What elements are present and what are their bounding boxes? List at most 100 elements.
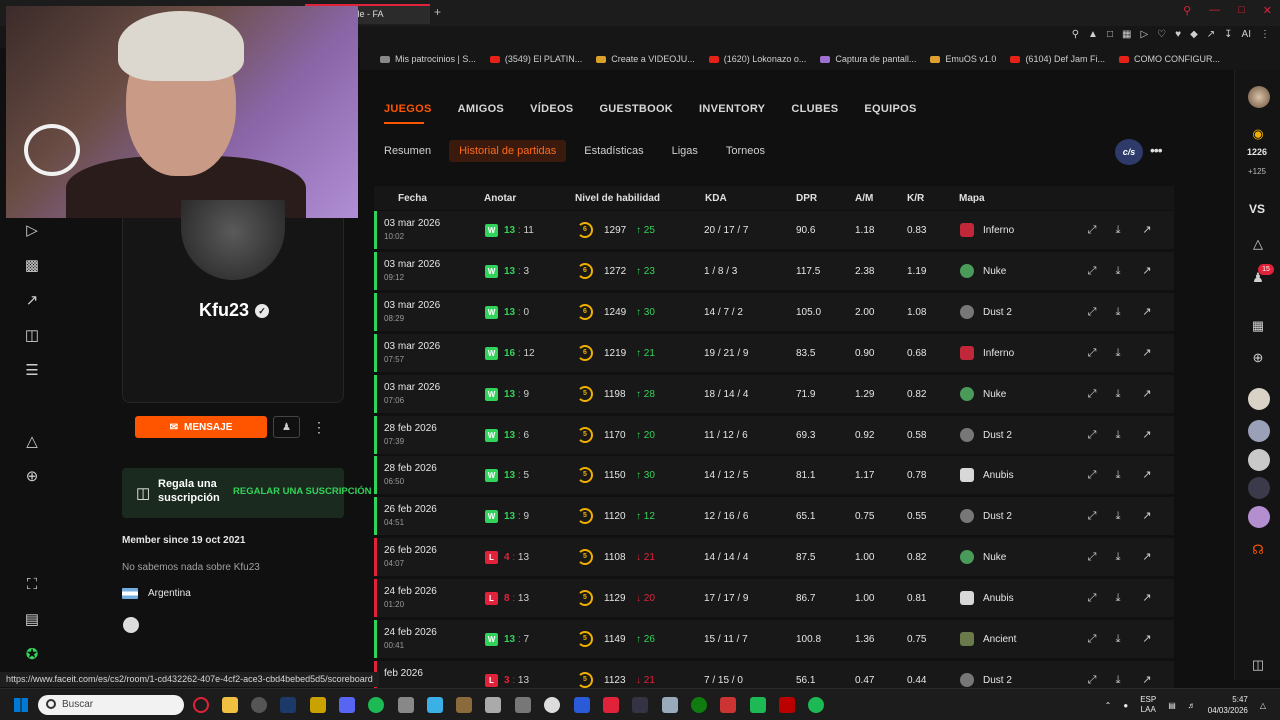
download-icon[interactable]: ⤓: [1111, 264, 1125, 278]
bell-nav-icon[interactable]: △: [22, 431, 42, 451]
gift-subscription-button[interactable]: REGALAR UNA SUSCRIPCIÓN: [233, 486, 371, 497]
tab-icon[interactable]: ▦: [1122, 29, 1131, 40]
table-row[interactable]: 26 feb 2026 04:07 L 4 : 13 5 1108 ↓ 21 14 / 14 …: [374, 538, 1174, 577]
add-nav-icon[interactable]: ⊕: [22, 466, 42, 486]
friend-avatar[interactable]: [1248, 506, 1270, 528]
maximize-icon[interactable]: □: [1238, 4, 1245, 17]
menu-icon[interactable]: ⋮: [1260, 29, 1270, 40]
download-icon[interactable]: ⤓: [1111, 509, 1125, 523]
folder-icon[interactable]: [222, 697, 238, 713]
headset-icon[interactable]: ☊: [1248, 540, 1268, 560]
clock[interactable]: 5:47 04/03/2026: [1208, 694, 1248, 716]
download-icon[interactable]: ⤓: [1111, 428, 1125, 442]
expand-icon[interactable]: ⤢: [1085, 468, 1099, 482]
external-link-icon[interactable]: ↗: [1140, 264, 1154, 278]
app-icon[interactable]: [779, 697, 795, 713]
external-link-icon[interactable]: ↗: [1140, 428, 1154, 442]
table-row[interactable]: 03 mar 2026 08:29 W 13 : 0 6 1249 ↑ 30 14 / 7 /…: [374, 292, 1174, 331]
external-link-icon[interactable]: ↗: [1140, 673, 1154, 687]
table-row[interactable]: 03 mar 2026 07:57 W 16 : 12 6 1219 ↑ 21 19 / 21…: [374, 333, 1174, 372]
tab-equipos[interactable]: EQUIPOS: [864, 103, 916, 115]
app-icon[interactable]: [456, 697, 472, 713]
list-nav-icon[interactable]: ☰: [22, 360, 42, 380]
external-link-icon[interactable]: ↗: [1140, 632, 1154, 646]
app-icon[interactable]: [310, 697, 326, 713]
expand-icon[interactable]: ⤢: [1085, 264, 1099, 278]
language-indicator[interactable]: ESP LAA: [1140, 695, 1156, 715]
download-icon[interactable]: ⤓: [1111, 223, 1125, 237]
zoom-icon[interactable]: ⚲: [1072, 29, 1079, 40]
expand-icon[interactable]: ⤢: [1085, 346, 1099, 360]
app-icon[interactable]: [632, 697, 648, 713]
expand-icon[interactable]: ⤢: [1085, 428, 1099, 442]
expand-icon[interactable]: ⤢: [1085, 387, 1099, 401]
user-avatar[interactable]: [1248, 86, 1270, 108]
tab-clubes[interactable]: CLUBES: [791, 103, 838, 115]
external-link-icon[interactable]: ↗: [1140, 305, 1154, 319]
table-row[interactable]: 28 feb 2026 06:50 W 13 : 5 5 1150 ↑ 30 14 / 12 …: [374, 456, 1174, 495]
download-icon[interactable]: ⤓: [1111, 468, 1125, 482]
close-icon[interactable]: ✕: [1263, 4, 1272, 17]
ranking-nav-icon[interactable]: ▩: [22, 255, 42, 275]
bookmark-item[interactable]: EmuOS v1.0: [930, 54, 996, 64]
vs-button[interactable]: VS: [1234, 202, 1280, 216]
table-row[interactable]: 26 feb 2026 04:51 W 13 : 9 5 1120 ↑ 12 12 / 16 …: [374, 497, 1174, 536]
stats-nav-icon[interactable]: ↗: [22, 290, 42, 310]
app-icon[interactable]: [603, 697, 619, 713]
table-row[interactable]: 24 feb 2026 00:41 W 13 : 7 5 1149 ↑ 26 15 / 11 …: [374, 620, 1174, 658]
star-nav-icon[interactable]: ✪: [22, 644, 42, 664]
expand-icon[interactable]: ⤢: [1085, 509, 1099, 523]
subtab-historial-de-partidas[interactable]: Historial de partidas: [449, 140, 567, 162]
bookmark-item[interactable]: Create a VIDEOJU...: [596, 54, 695, 64]
external-link-icon[interactable]: ↗: [1140, 509, 1154, 523]
add-friend-icon[interactable]: ⊕: [1248, 348, 1268, 368]
friend-avatar[interactable]: [1248, 449, 1270, 471]
game-badge[interactable]: c/s: [1115, 139, 1143, 165]
heart-icon[interactable]: ♥: [1175, 29, 1181, 40]
taskbar-search-input[interactable]: Buscar: [38, 695, 184, 715]
expand-icon[interactable]: ⤢: [1085, 591, 1099, 605]
subtab-resumen[interactable]: Resumen: [374, 140, 441, 162]
external-link-icon[interactable]: ↗: [1140, 346, 1154, 360]
app-icon[interactable]: [662, 697, 678, 713]
spotify-icon[interactable]: [808, 697, 824, 713]
scan-nav-icon[interactable]: ⛶: [22, 574, 42, 594]
download-icon[interactable]: ↧: [1224, 29, 1232, 40]
download-icon[interactable]: ⤓: [1111, 591, 1125, 605]
app-icon[interactable]: [398, 697, 414, 713]
opera-icon[interactable]: [193, 697, 209, 713]
play-nav-icon[interactable]: ▷: [22, 220, 42, 240]
subtab-torneos[interactable]: Torneos: [716, 140, 775, 162]
more-options-icon[interactable]: •••: [1150, 142, 1163, 158]
tab-vídeos[interactable]: VÍDEOS: [530, 103, 573, 115]
bookmark-item[interactable]: Captura de pantall...: [820, 54, 916, 64]
windows-start-icon[interactable]: [14, 698, 28, 712]
tab-guestbook[interactable]: GUESTBOOK: [599, 103, 673, 115]
bag-nav-icon[interactable]: ▤: [22, 609, 42, 629]
steam-taskbar-icon[interactable]: [280, 697, 296, 713]
volume-icon[interactable]: ♬: [1188, 701, 1196, 710]
tab-inventory[interactable]: INVENTORY: [699, 103, 765, 115]
bookmark-item[interactable]: Mis patrocinios | S...: [380, 54, 476, 64]
pin-icon[interactable]: ▲: [1088, 29, 1098, 40]
xbox-icon[interactable]: [691, 697, 707, 713]
download-icon[interactable]: ⤓: [1111, 305, 1125, 319]
notes-icon[interactable]: [427, 697, 443, 713]
extensions-icon[interactable]: ◆: [1190, 29, 1198, 40]
download-icon[interactable]: ⤓: [1111, 346, 1125, 360]
table-row[interactable]: 28 feb 2026 07:39 W 13 : 6 5 1170 ↑ 20 11 / 12 …: [374, 415, 1174, 454]
friend-avatar[interactable]: [1248, 477, 1270, 499]
new-tab-button[interactable]: +: [434, 5, 441, 19]
gift-sidebar-icon[interactable]: ◫: [1248, 655, 1268, 675]
app-icon[interactable]: [750, 697, 766, 713]
app-icon[interactable]: [544, 697, 560, 713]
opera-gx-icon[interactable]: [251, 697, 267, 713]
bookmark-icon[interactable]: ♡: [1157, 29, 1166, 40]
subtab-ligas[interactable]: Ligas: [662, 140, 708, 162]
shield-icon[interactable]: [574, 697, 590, 713]
expand-icon[interactable]: ⤢: [1085, 305, 1099, 319]
table-row[interactable]: 03 mar 2026 10:02 W 13 : 11 6 1297 ↑ 25 20 / 17…: [374, 211, 1174, 249]
network-icon[interactable]: ▤: [1168, 701, 1176, 710]
subtab-estadísticas[interactable]: Estadísticas: [574, 140, 653, 162]
external-link-icon[interactable]: ↗: [1140, 223, 1154, 237]
